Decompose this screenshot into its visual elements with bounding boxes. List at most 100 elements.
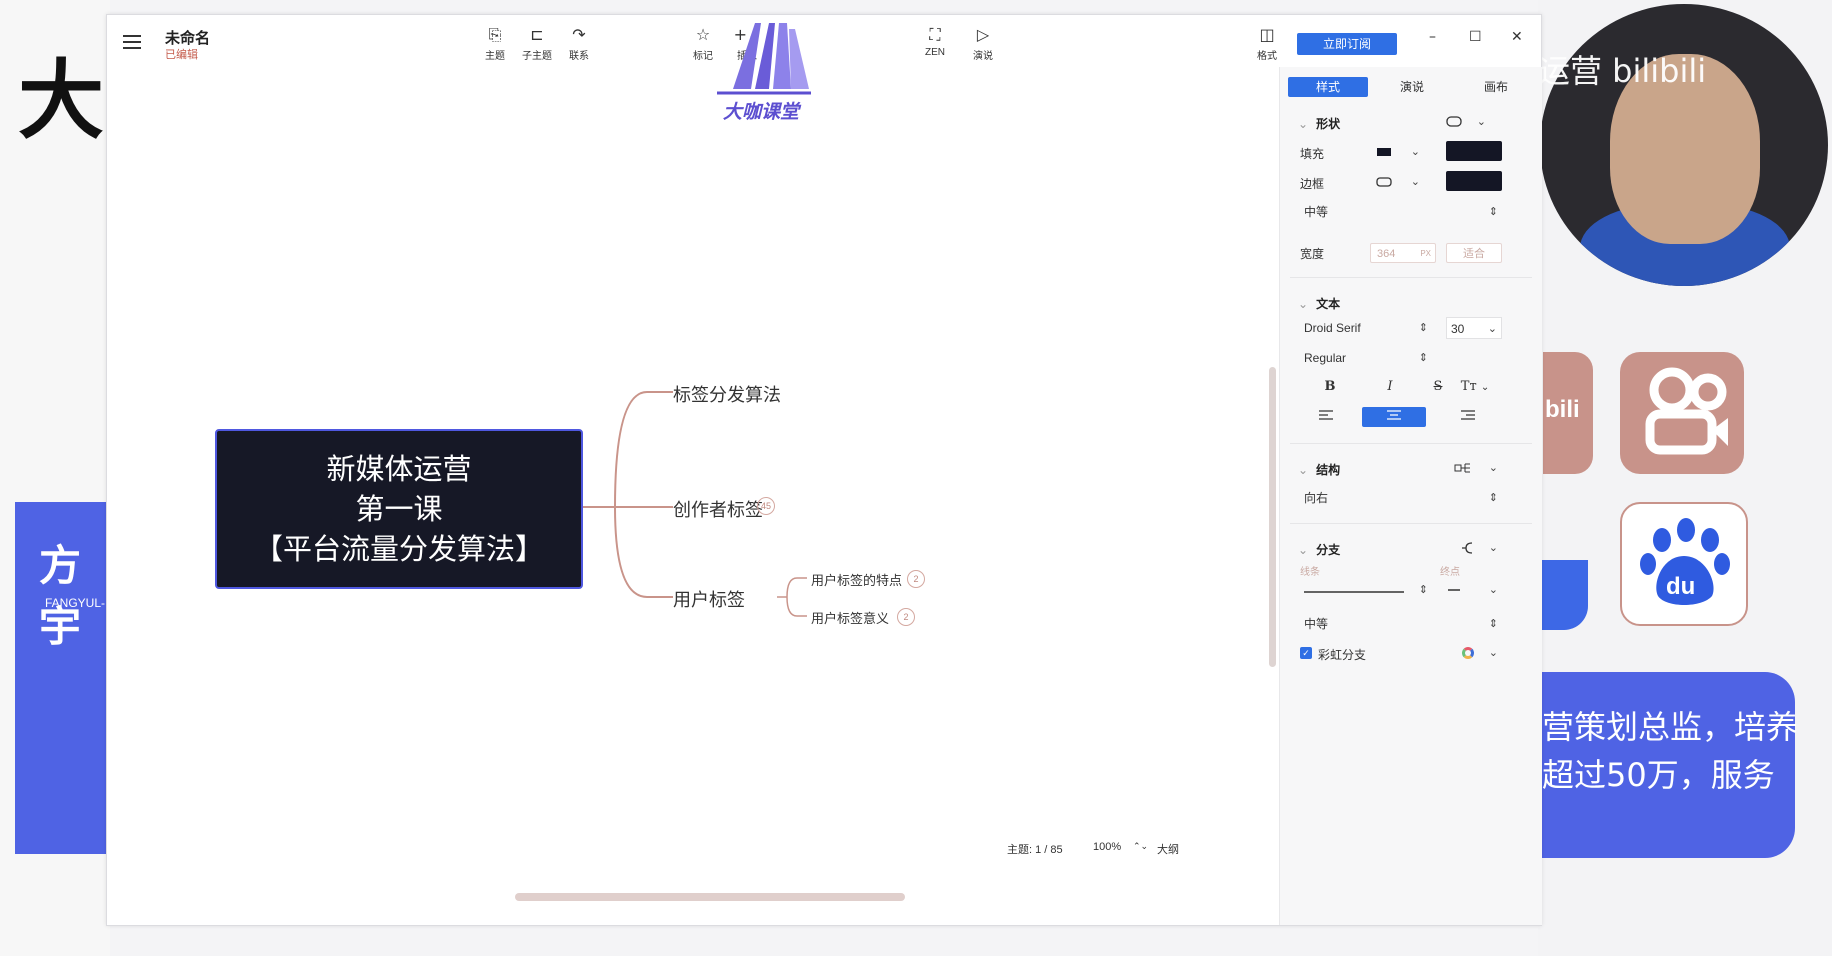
bold-button[interactable]: B (1300, 377, 1360, 397)
align-left-icon (1319, 410, 1333, 420)
background-big-char: 大 (18, 51, 104, 151)
branch-style-select[interactable]: ⌄ (1460, 537, 1502, 559)
solid-fill-icon (1377, 148, 1391, 156)
section-structure-header[interactable]: 结构 (1298, 461, 1340, 478)
collapsed-count-badge[interactable]: 2 (907, 570, 925, 588)
zoom-stepper-icon[interactable]: ⌃⌄ (1133, 841, 1148, 852)
font-weight-select[interactable]: Regular ⇕ (1304, 347, 1432, 369)
branch-tag-distribution[interactable]: 标签分发算法 (673, 381, 781, 407)
section-shape-header[interactable]: 形状 (1298, 115, 1340, 132)
line-end-select[interactable]: ⌄ (1446, 579, 1502, 601)
border-weight-select[interactable]: 中等 ⇕ (1304, 201, 1502, 223)
width-label: 宽度 (1300, 247, 1325, 261)
document-status: 已编辑 (165, 49, 198, 61)
fill-color-swatch[interactable] (1446, 141, 1502, 161)
font-weight-value: Regular (1304, 351, 1347, 365)
mindmap-canvas[interactable]: 新媒体运营 第一课 【平台流量分发算法】 标签分发算法 创作者标签 45 用户标… (107, 67, 1279, 925)
align-right-icon (1461, 410, 1475, 420)
format-button[interactable]: ◫ 格式 (1245, 25, 1289, 67)
outline-button[interactable]: 大纲 (1157, 841, 1179, 857)
mindmap-app-window: 未命名 已编辑 ⎘ 主题 ⊏ 子主题 ↷ 联系 ☆ 标记 +⌄ 插入 ⛶ ZEN… (106, 14, 1542, 926)
updown-icon: ⇕ (1488, 205, 1498, 218)
font-size-select[interactable]: 30 ⌄ (1446, 317, 1502, 339)
width-unit: PX (1420, 249, 1431, 258)
structure-icon-select[interactable]: ⌄ (1454, 457, 1502, 479)
width-value: 364 (1377, 248, 1396, 260)
line-style-icon (1304, 591, 1404, 593)
hamburger-menu-button[interactable] (123, 35, 141, 49)
shape-select[interactable]: ⌄ (1446, 111, 1490, 133)
updown-icon: ⇕ (1418, 583, 1428, 596)
structure-right-icon (1454, 463, 1470, 473)
text-case-button[interactable]: Tт ⌄ (1450, 377, 1500, 397)
zoom-level[interactable]: 100% (1093, 841, 1121, 853)
zen-label: ZEN (925, 47, 945, 58)
maximize-button[interactable]: ☐ (1469, 29, 1482, 45)
topic-counter: 主题: 1 / 85 (1007, 844, 1063, 856)
relationship-button[interactable]: ↷ 联系 (557, 25, 601, 67)
background-card-subtitle: FANGYUL- (45, 596, 106, 610)
bilibili-tile-text: bili (1545, 396, 1580, 423)
horizontal-scrollbar[interactable] (515, 893, 905, 901)
line-style-select[interactable]: ⇕ (1304, 579, 1432, 601)
fullscreen-icon: ⛶ (929, 25, 941, 44)
divider (1290, 443, 1532, 444)
collapsed-count-badge[interactable]: 45 (757, 497, 775, 515)
border-type-select[interactable]: ⌄ (1376, 171, 1424, 193)
width-input[interactable]: 364 PX (1370, 243, 1436, 263)
structure-direction-value: 向右 (1304, 491, 1329, 505)
rainbow-branch-label: 彩虹分支 (1318, 648, 1367, 662)
rainbow-ring-icon (1462, 647, 1474, 659)
border-shape-icon (1376, 177, 1392, 187)
subtopic-user-tag-features[interactable]: 用户标签的特点 (811, 570, 902, 589)
chevron-down-icon: ⌄ (1410, 175, 1420, 188)
central-topic[interactable]: 新媒体运营 第一课 【平台流量分发算法】 (215, 429, 583, 589)
pitch-label: 演说 (973, 51, 993, 62)
document-title[interactable]: 未命名 (165, 27, 210, 48)
align-center-button[interactable] (1362, 407, 1426, 427)
subtopic-user-tag-meaning[interactable]: 用户标签意义 (811, 608, 889, 627)
minimize-button[interactable]: – (1429, 29, 1436, 45)
close-button[interactable]: ✕ (1511, 29, 1523, 45)
chevron-down-icon: ⌄ (1488, 646, 1498, 659)
branch-user-tags[interactable]: 用户标签 (673, 586, 745, 612)
topic-button[interactable]: ⎘ 主题 (473, 25, 517, 67)
fit-width-button[interactable]: 适合 (1446, 243, 1502, 263)
tab-canvas[interactable]: 画布 (1456, 77, 1536, 97)
rounded-rect-icon (1446, 116, 1462, 127)
kuaishou-logo-tile (1620, 352, 1744, 474)
bio-line-1: 营策划总监，培养 (1542, 708, 1799, 746)
branch-weight-select[interactable]: 中等 ⇕ (1304, 613, 1502, 635)
structure-direction-select[interactable]: 向右 ⇕ (1304, 487, 1502, 509)
subscribe-button[interactable]: 立即订阅 (1297, 33, 1397, 55)
chevron-down-icon: ⌄ (1480, 382, 1490, 393)
tab-pitch[interactable]: 演说 (1372, 77, 1452, 97)
svg-text:du: du (1666, 573, 1695, 600)
tab-style[interactable]: 样式 (1288, 77, 1368, 97)
branch-weight-value: 中等 (1304, 617, 1329, 631)
align-left-button[interactable] (1296, 407, 1356, 427)
titlebar: 未命名 已编辑 ⎘ 主题 ⊏ 子主题 ↷ 联系 ☆ 标记 +⌄ 插入 ⛶ ZEN… (107, 15, 1541, 67)
end-label: 终点 (1440, 567, 1460, 578)
fill-type-select[interactable]: ⌄ (1376, 141, 1424, 163)
font-size-value: 30 (1451, 322, 1465, 336)
rainbow-palette-select[interactable]: ⌄ (1462, 642, 1502, 664)
chevron-down-icon: ⌄ (1410, 145, 1420, 158)
branch-creator-tags[interactable]: 创作者标签 (673, 496, 763, 522)
font-family-select[interactable]: Droid Serif ⇕ (1304, 317, 1432, 339)
chevron-down-icon: ⌄ (1476, 115, 1486, 128)
zen-button[interactable]: ⛶ ZEN (913, 25, 957, 67)
background-blue-strip (1538, 560, 1588, 630)
pitch-button[interactable]: ▷ 演说 (961, 25, 1005, 67)
subtopic-button[interactable]: ⊏ 子主题 (515, 25, 559, 67)
rainbow-branch-checkbox[interactable]: ✓ (1300, 647, 1312, 659)
collapsed-count-badge[interactable]: 2 (897, 608, 915, 626)
border-color-swatch[interactable] (1446, 171, 1502, 191)
vertical-scrollbar[interactable] (1269, 367, 1276, 667)
line-label: 线条 (1300, 567, 1320, 578)
border-label: 边框 (1300, 177, 1325, 191)
bilibili-logo-tile: bili (1543, 352, 1593, 474)
align-right-button[interactable] (1438, 407, 1498, 427)
section-branch-header[interactable]: 分支 (1298, 541, 1340, 558)
section-text-header[interactable]: 文本 (1298, 295, 1340, 312)
